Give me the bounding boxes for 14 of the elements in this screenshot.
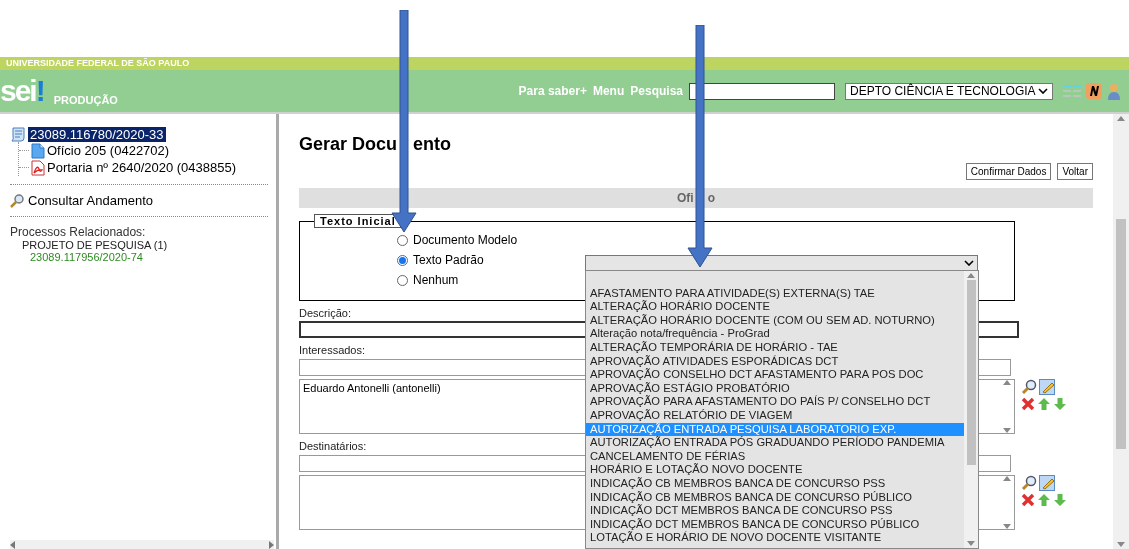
field-label: Descrição: (299, 307, 351, 319)
fieldset-legend: Texto Inicial (314, 214, 402, 228)
radio-label: Documento Modelo (413, 233, 518, 247)
page-title: Gerar Docu (299, 134, 398, 155)
field-label: Destinatários: (299, 440, 367, 452)
page-title: ento (413, 134, 452, 155)
radio-label: Nenhum (413, 273, 459, 287)
radio-label: Texto Padrão (413, 253, 484, 267)
field-label: Interessados: (299, 344, 366, 356)
section-title: Ofi (677, 190, 694, 207)
environment-label: PRODUÇÃO (53, 94, 118, 106)
related-title: Processos Relacionados: (10, 225, 147, 239)
institution-banner: UNIVERSIDADE FEDERAL DE SÃO PAULO (0, 57, 1129, 70)
section-title: o (707, 190, 715, 207)
